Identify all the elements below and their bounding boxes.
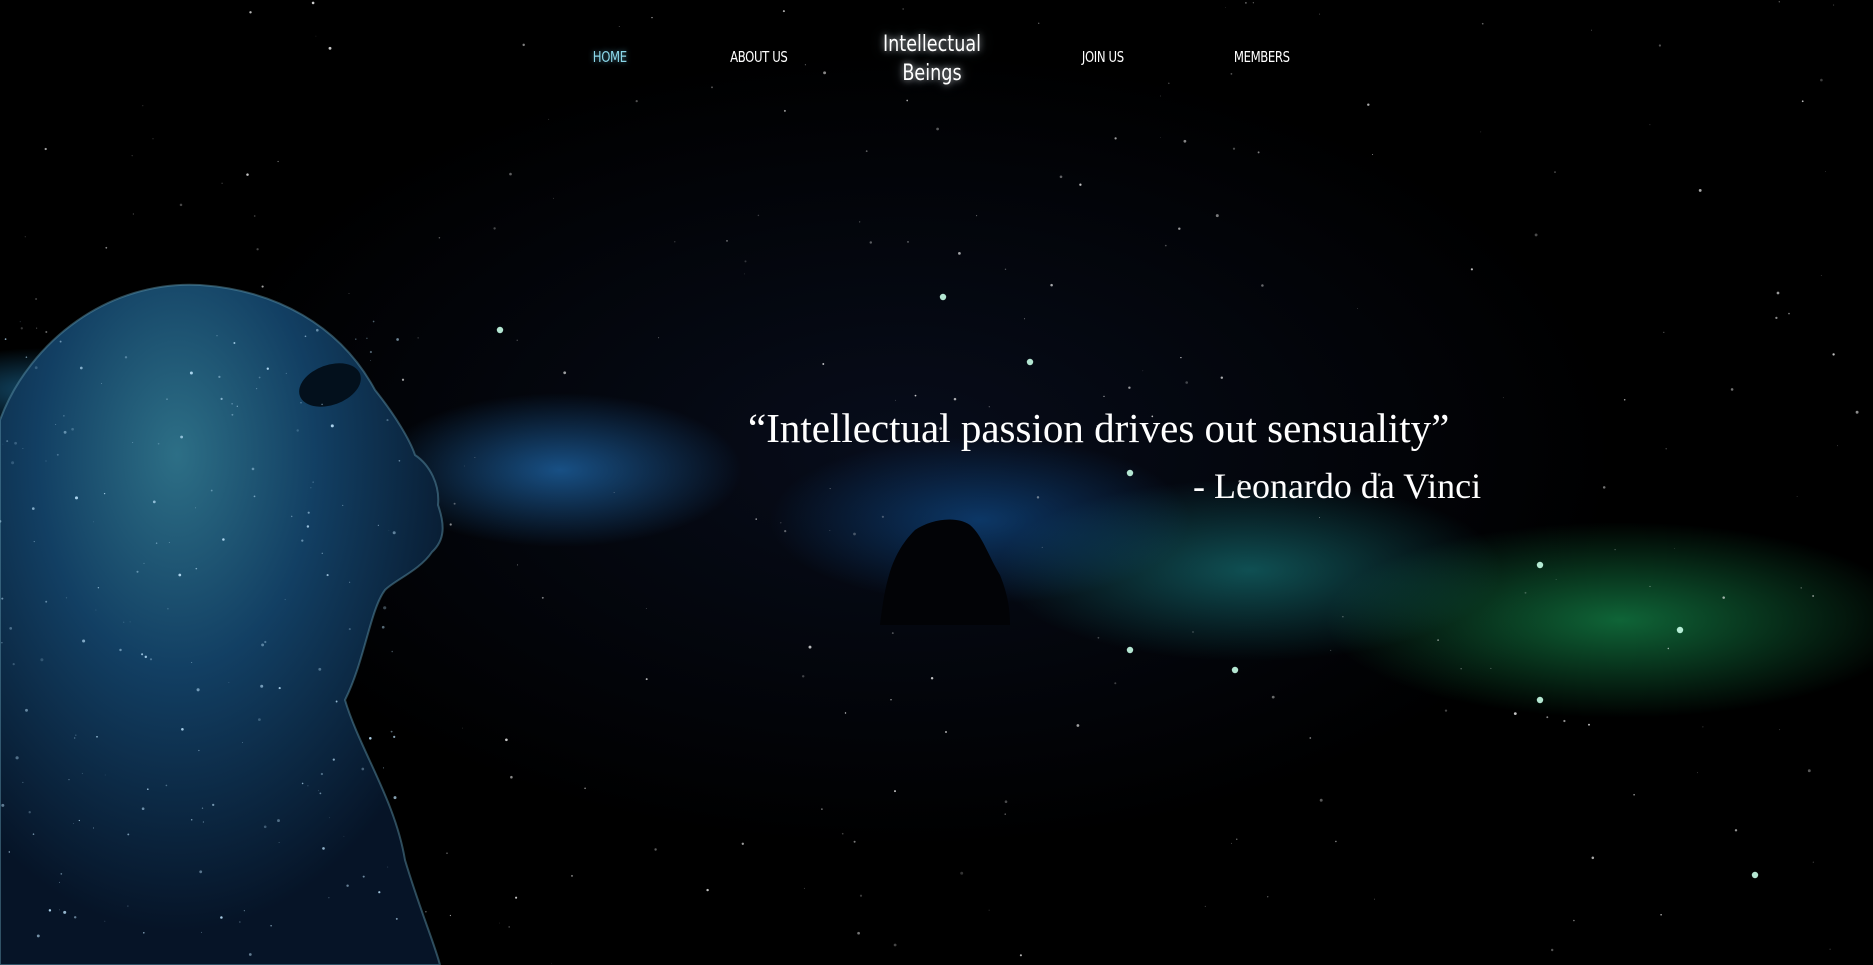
main-navigation: HOME ABOUT US Intellectual Beings JOIN U… [0, 0, 1873, 110]
nav-members-link[interactable]: MEMBERS [1234, 48, 1290, 66]
brand-line-2: Beings [902, 61, 962, 86]
brand-line-1: Intellectual [882, 32, 982, 57]
hero-quote: “Intellectual passion drives out sensual… [748, 405, 1450, 451]
nav-about-link[interactable]: ABOUT US [730, 48, 788, 66]
horsehead-nebula-silhouette [880, 519, 1010, 625]
hero-quote-author: - Leonardo da Vinci [1193, 466, 1482, 506]
nav-home-link[interactable]: HOME [593, 48, 627, 66]
nav-join-link[interactable]: JOIN US [1082, 48, 1124, 66]
alien-figure-image [0, 283, 444, 965]
page: HOME ABOUT US Intellectual Beings JOIN U… [0, 0, 1873, 965]
brand-logo-text[interactable]: Intellectual Beings [881, 30, 983, 88]
